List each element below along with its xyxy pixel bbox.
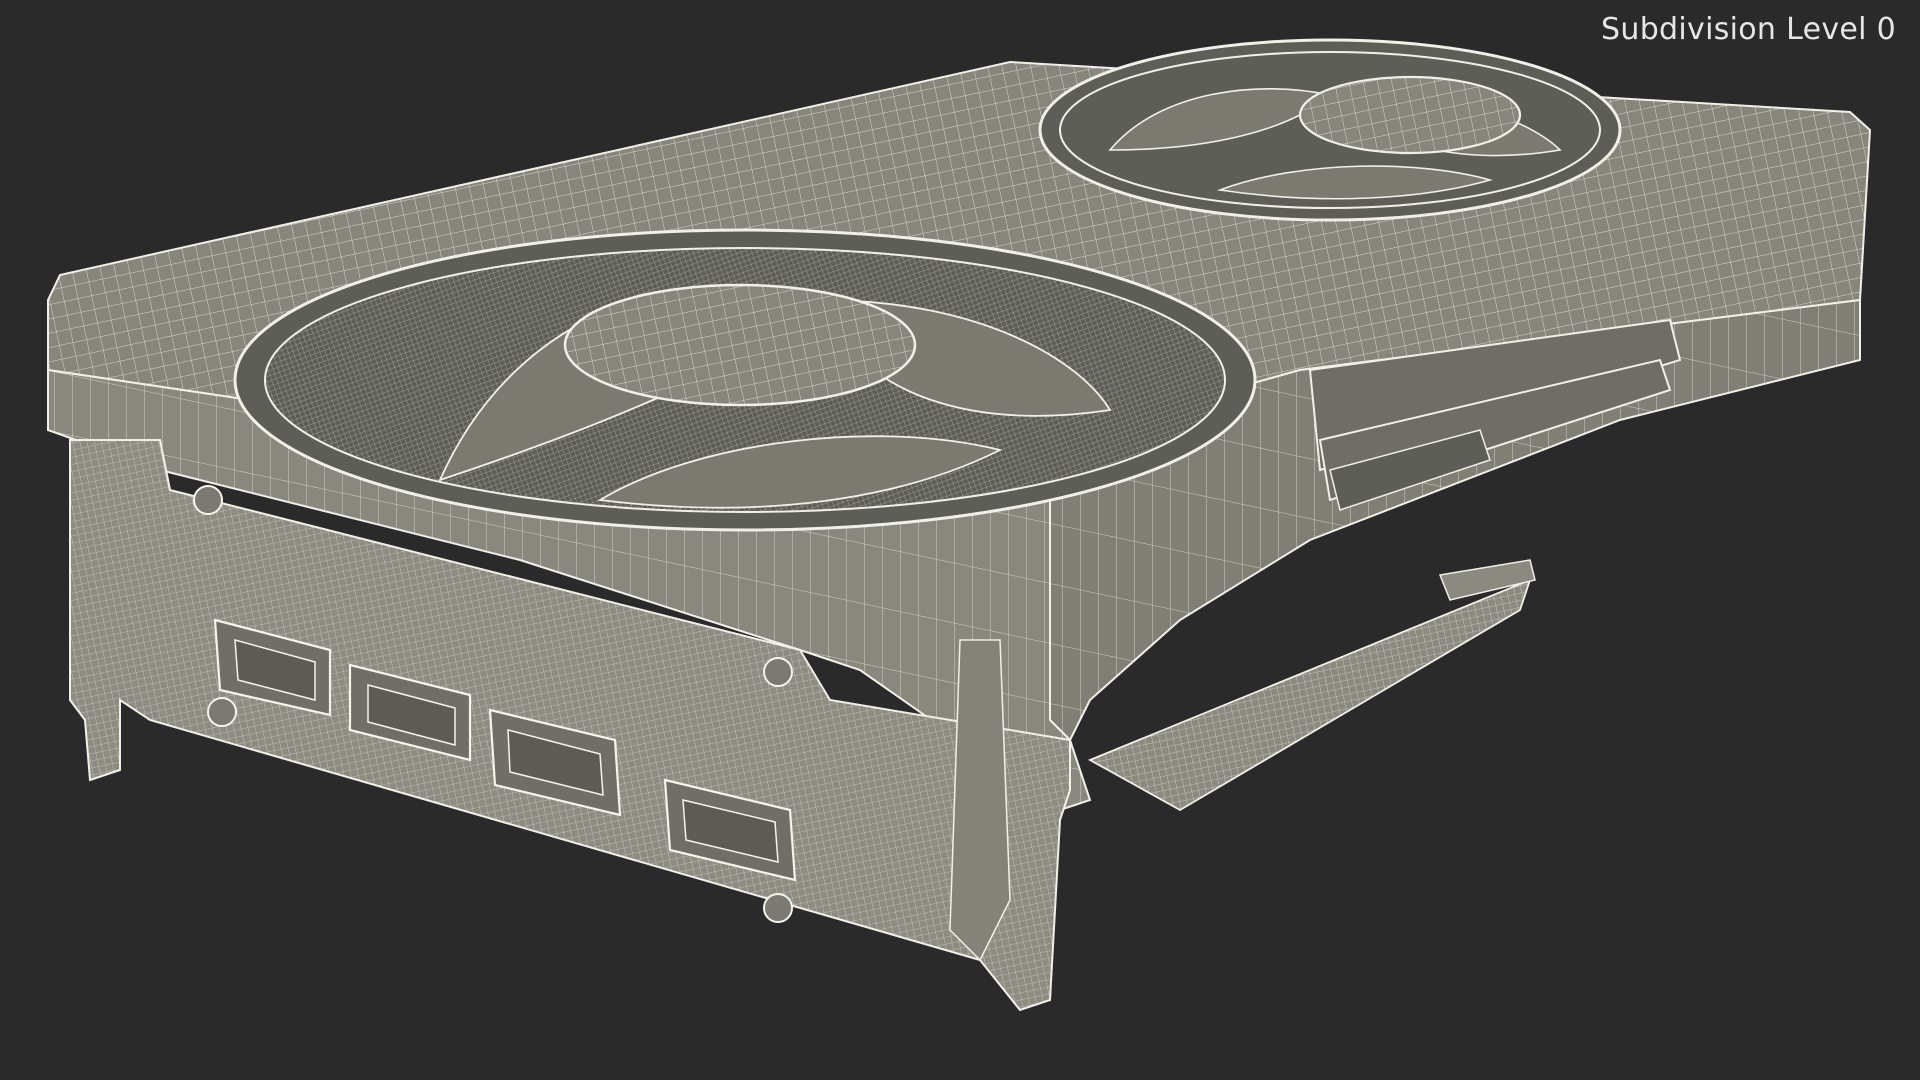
graphics-card-wireframe-render: [47, 38, 1872, 1012]
fan-left: [233, 228, 1257, 532]
render-viewport[interactable]: Subdivision Level 0: [0, 0, 1920, 1080]
fan-right: [1038, 38, 1622, 222]
subdivision-level-label: Subdivision Level 0: [1601, 12, 1896, 47]
